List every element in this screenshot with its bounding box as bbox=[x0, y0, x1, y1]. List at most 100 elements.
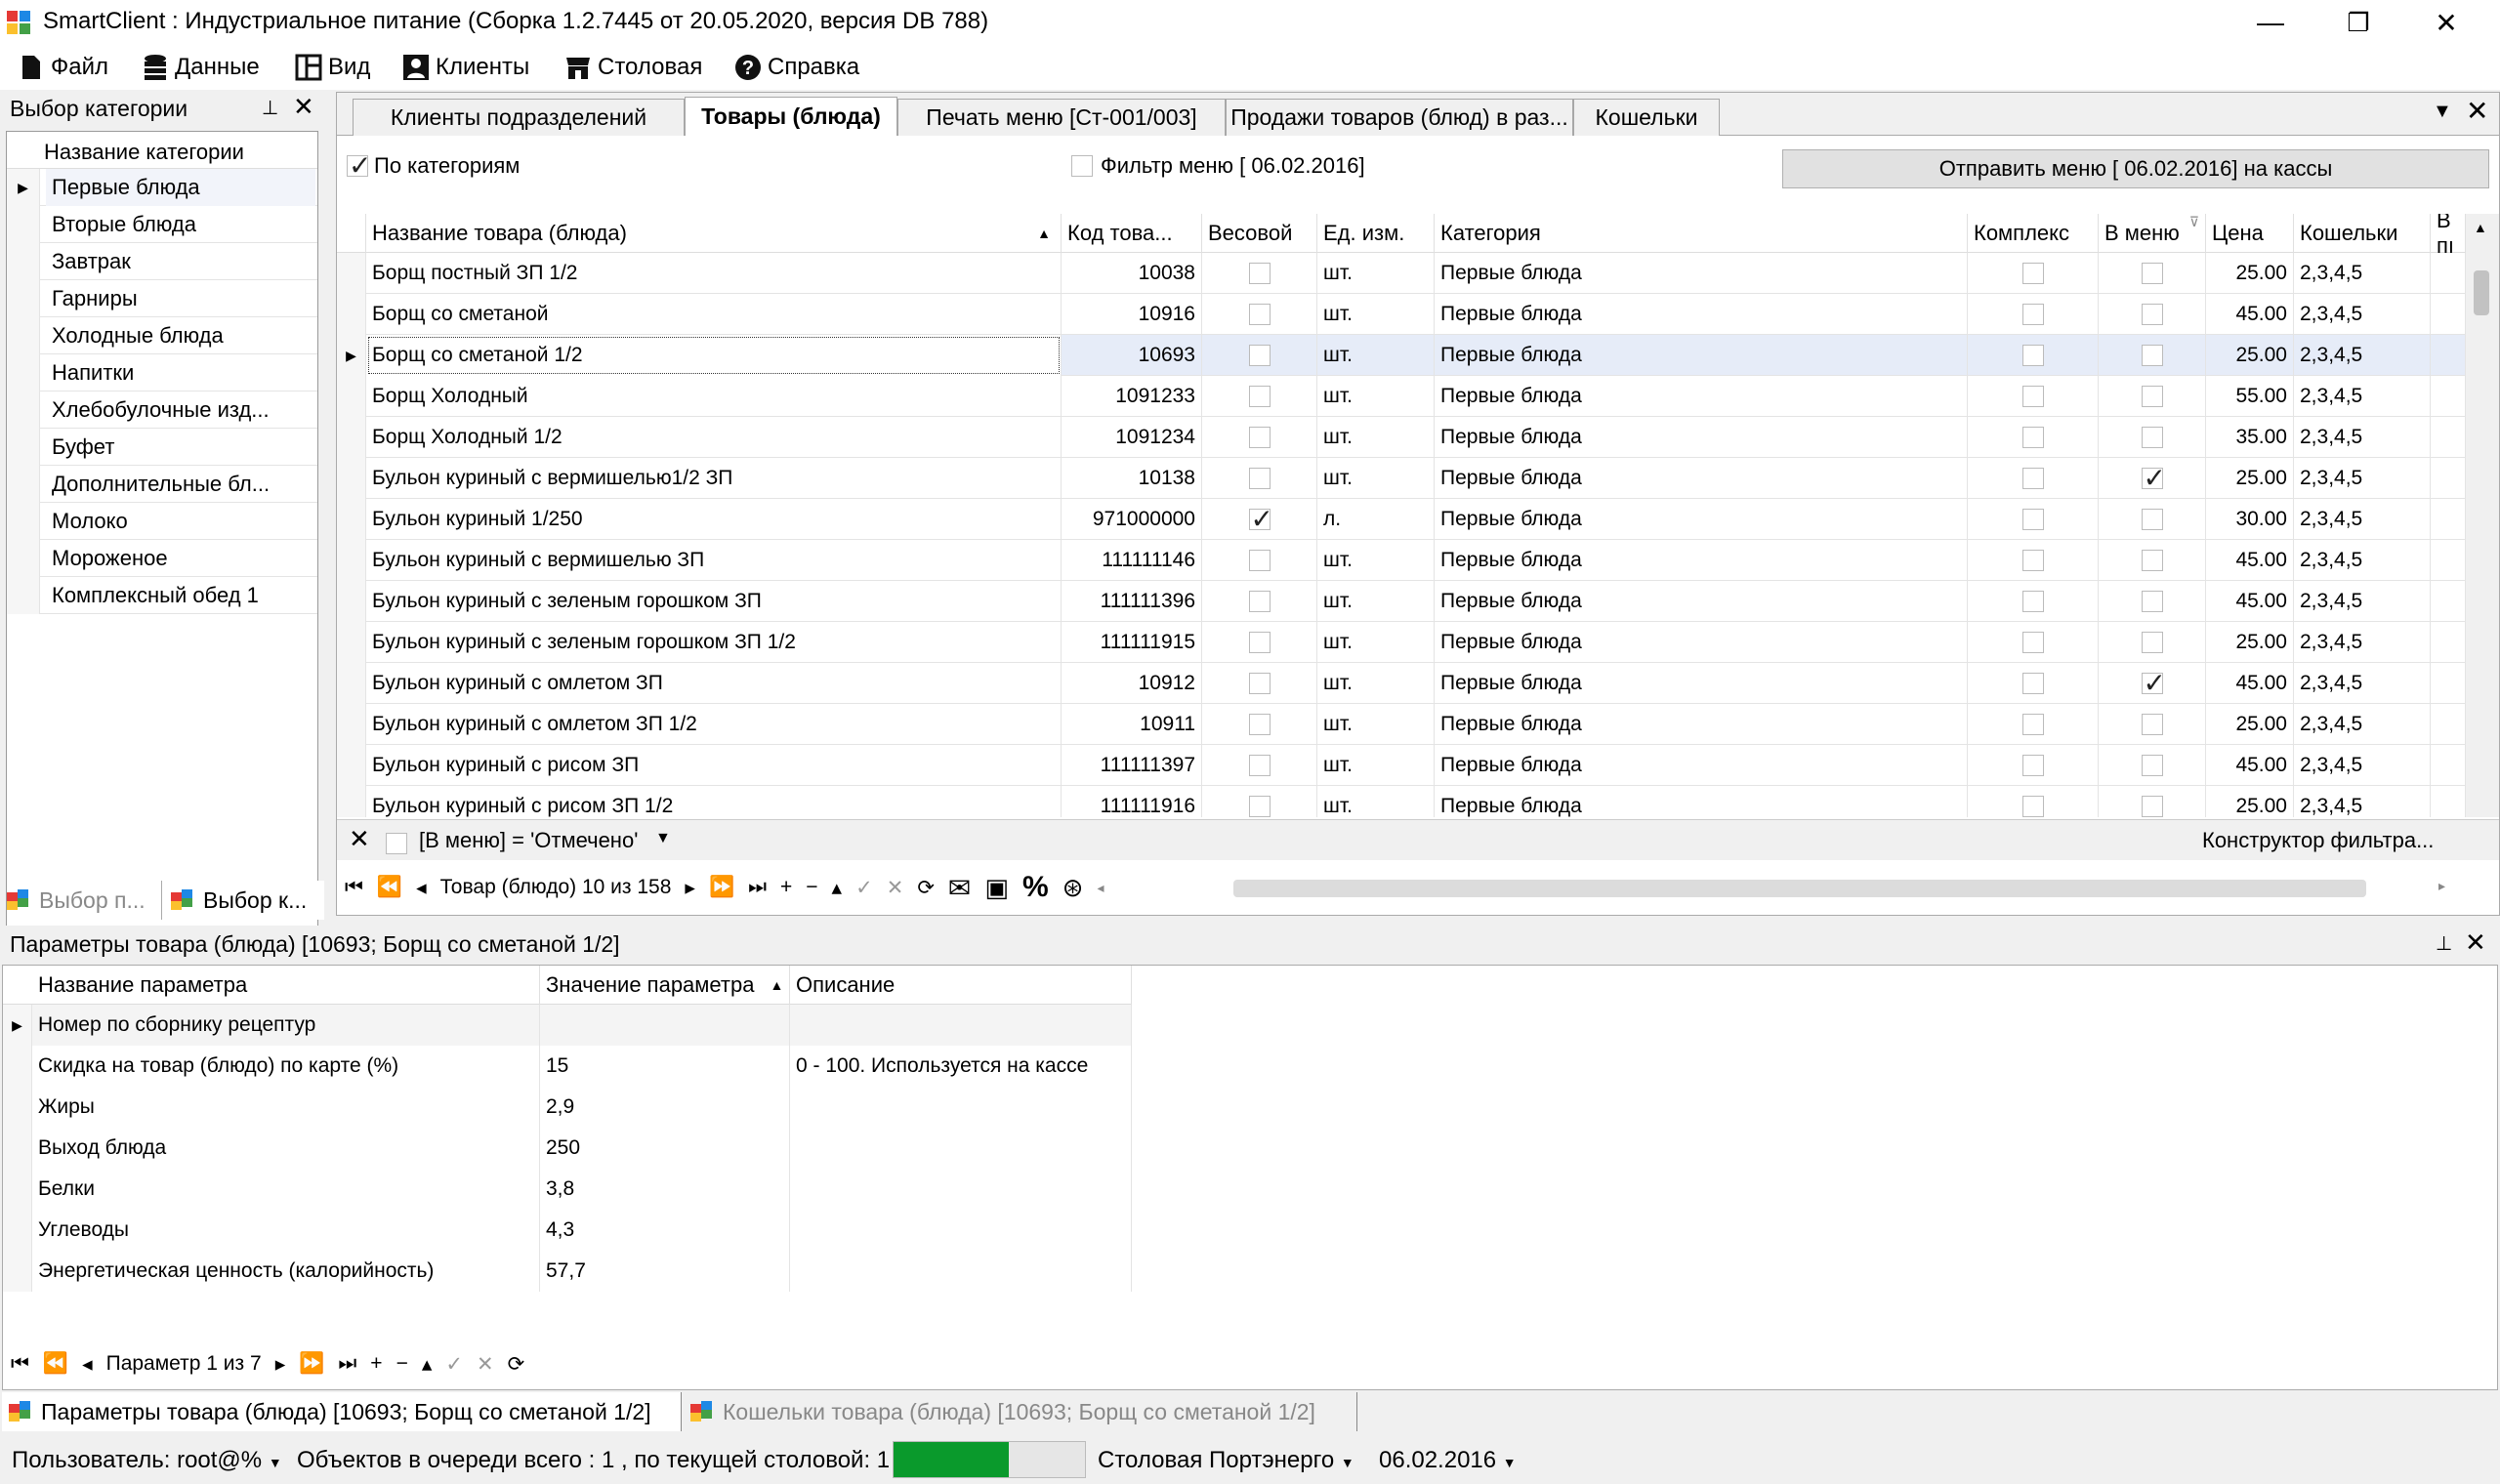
goods-column-header[interactable]: Название товара (блюда) ▲ bbox=[366, 214, 1062, 253]
tab-print-menu[interactable]: Печать меню [Ст-001/003] bbox=[897, 99, 1226, 136]
menu-clients[interactable]: Клиенты bbox=[402, 51, 529, 84]
menu-data[interactable]: Данные bbox=[142, 51, 260, 84]
checkbox-empty-icon[interactable] bbox=[2021, 714, 2044, 735]
goods-column-header[interactable]: Весовой bbox=[1202, 214, 1317, 253]
cell-weight[interactable] bbox=[1202, 540, 1317, 581]
cell-menu[interactable] bbox=[2099, 622, 2206, 663]
category-item[interactable]: Хлебобулочные изд... bbox=[7, 392, 317, 429]
first-record-icon[interactable]: ⏮ bbox=[345, 876, 363, 899]
cell-weight[interactable] bbox=[1202, 335, 1317, 376]
cell-complex[interactable] bbox=[1968, 663, 2099, 704]
checkbox-empty-icon[interactable] bbox=[1248, 550, 1271, 571]
checkbox-empty-icon[interactable] bbox=[2021, 550, 2044, 571]
cell-complex[interactable] bbox=[1968, 253, 2099, 294]
cancel-edit-icon[interactable]: ✕ bbox=[477, 1352, 494, 1377]
filter-icon[interactable]: ⊽ bbox=[2189, 214, 2199, 230]
checkbox-empty-icon[interactable] bbox=[2141, 509, 2163, 530]
category-item[interactable]: Дополнительные бл... bbox=[7, 466, 317, 503]
goods-column-header[interactable]: Код това... bbox=[1062, 214, 1202, 253]
cell-menu[interactable] bbox=[2099, 663, 2206, 704]
checkbox-empty-icon[interactable] bbox=[2021, 673, 2044, 694]
tab-sales[interactable]: Продажи товаров (блюд) в раз... bbox=[1226, 99, 1573, 136]
tab-clients-divisions[interactable]: Клиенты подразделений bbox=[353, 99, 685, 136]
table-row[interactable]: Скидка на товар (блюдо) по карте (%) 15 0 … bbox=[3, 1046, 1132, 1087]
table-row[interactable]: Бульон куриный 1/250971000000 л.Первые бл… bbox=[337, 499, 2466, 540]
cell-menu[interactable] bbox=[2099, 704, 2206, 745]
category-item[interactable]: Комплексный обед 1 bbox=[7, 577, 317, 614]
checkbox-empty-icon[interactable] bbox=[1248, 796, 1271, 817]
cell-complex[interactable] bbox=[1968, 294, 2099, 335]
save-record-icon[interactable]: ✓ bbox=[855, 876, 873, 900]
cell-weight[interactable] bbox=[1202, 417, 1317, 458]
category-panel-close-icon[interactable]: ✕ bbox=[293, 92, 314, 122]
category-item[interactable]: Вторые блюда bbox=[7, 206, 317, 243]
minimize-button[interactable]: — bbox=[2227, 0, 2314, 45]
checkbox-empty-icon[interactable] bbox=[2141, 263, 2163, 284]
category-item[interactable]: Гарниры bbox=[7, 280, 317, 317]
restore-button[interactable]: ❐ bbox=[2314, 0, 2402, 45]
cancel-edit-icon[interactable]: ✕ bbox=[887, 876, 904, 900]
prev-record-icon[interactable]: ◂ bbox=[82, 1352, 93, 1377]
refresh-icon[interactable]: ⟳ bbox=[508, 1352, 525, 1377]
table-row[interactable]: Белки 3,8 bbox=[3, 1169, 1132, 1210]
cell-weight[interactable] bbox=[1202, 458, 1317, 499]
cell-weight[interactable] bbox=[1202, 294, 1317, 335]
cell-weight[interactable] bbox=[1202, 663, 1317, 704]
cell-weight[interactable] bbox=[1202, 253, 1317, 294]
checkbox-checked-icon[interactable] bbox=[347, 149, 371, 182]
checkbox-empty-icon[interactable] bbox=[1248, 632, 1271, 653]
scroll-left-icon[interactable]: ◂ bbox=[1097, 880, 1104, 896]
table-row[interactable]: Борщ Холодный 1/2 1091234 шт. Первые блюда 3… bbox=[337, 417, 2466, 458]
table-row[interactable]: Бульон куриный с зеленым горошком ЗП 1111… bbox=[337, 581, 2466, 622]
table-row[interactable]: Углеводы 4,3 bbox=[3, 1210, 1132, 1251]
menu-canteen[interactable]: Столовая bbox=[564, 51, 702, 84]
status-canteen[interactable]: Столовая Портэнерго ▼ bbox=[1098, 1447, 1354, 1474]
prev-page-icon[interactable]: ⏪ bbox=[377, 876, 402, 899]
goods-column-header[interactable]: В меню ⊽ bbox=[2099, 214, 2206, 253]
param-desc-header[interactable]: Описание bbox=[790, 966, 1132, 1005]
goods-column-header[interactable]: Категория bbox=[1435, 214, 1968, 253]
mail-icon[interactable]: ✉ bbox=[948, 872, 971, 904]
cell-complex[interactable] bbox=[1968, 540, 2099, 581]
goods-vertical-scrollbar[interactable]: ▲ bbox=[2466, 214, 2499, 817]
params-panel-close-icon[interactable]: ✕ bbox=[2465, 928, 2486, 958]
checkbox-empty-icon[interactable] bbox=[2021, 632, 2044, 653]
table-row[interactable]: Бульон куриный с рисом ЗП 111111397 шт. Пер… bbox=[337, 745, 2466, 786]
prev-record-icon[interactable]: ◂ bbox=[416, 876, 427, 900]
cell-menu[interactable] bbox=[2099, 745, 2206, 786]
checkbox-empty-icon[interactable] bbox=[2141, 591, 2163, 612]
by-category-checkbox[interactable]: По категориям bbox=[347, 149, 520, 182]
table-row[interactable]: Борщ со сметаной 10916 шт. Первые блюда 45.0… bbox=[337, 294, 2466, 335]
next-record-icon[interactable]: ▸ bbox=[685, 876, 695, 900]
prev-page-icon[interactable]: ⏪ bbox=[43, 1352, 68, 1376]
table-row[interactable]: Бульон куриный с зеленым горошком ЗП 1/2… bbox=[337, 622, 2466, 663]
category-item[interactable]: Мороженое bbox=[7, 540, 317, 577]
checkbox-empty-icon[interactable] bbox=[2141, 427, 2163, 448]
cell-complex[interactable] bbox=[1968, 376, 2099, 417]
edit-record-icon[interactable]: ▴ bbox=[422, 1352, 433, 1377]
category-column-header[interactable]: Название категории bbox=[44, 140, 244, 165]
checkbox-empty-icon[interactable] bbox=[1248, 304, 1271, 325]
filter-expression[interactable]: [В меню] = 'Отмечено' bbox=[419, 828, 638, 853]
checkbox-empty-icon[interactable] bbox=[2141, 386, 2163, 407]
coin-icon[interactable]: ⊛ bbox=[1062, 873, 1084, 903]
cell-menu[interactable] bbox=[2099, 376, 2206, 417]
checkbox-empty-icon[interactable] bbox=[2141, 755, 2163, 776]
filter-constructor-link[interactable]: Конструктор фильтра... bbox=[2202, 828, 2434, 853]
checkbox-empty-icon[interactable] bbox=[1071, 155, 1093, 177]
delete-record-icon[interactable]: − bbox=[806, 876, 817, 899]
add-record-icon[interactable]: + bbox=[780, 876, 792, 899]
edit-record-icon[interactable]: ▴ bbox=[832, 876, 843, 900]
table-row[interactable]: Бульон куриный с омлетом ЗП 10912 шт. Первы… bbox=[337, 663, 2466, 704]
cell-complex[interactable] bbox=[1968, 704, 2099, 745]
checkbox-checked-icon[interactable] bbox=[1248, 503, 1273, 535]
scroll-thumb[interactable] bbox=[2474, 270, 2489, 315]
checkbox-empty-icon[interactable] bbox=[2021, 304, 2044, 325]
bottom-tab-params[interactable]: Параметры товара (блюда) [10693; Борщ со… bbox=[2, 1392, 682, 1431]
cell-complex[interactable] bbox=[1968, 745, 2099, 786]
cell-menu[interactable] bbox=[2099, 417, 2206, 458]
cell-weight[interactable] bbox=[1202, 622, 1317, 663]
checkbox-empty-icon[interactable] bbox=[2021, 345, 2044, 366]
percent-icon[interactable]: % bbox=[1022, 871, 1049, 904]
cell-menu[interactable] bbox=[2099, 540, 2206, 581]
